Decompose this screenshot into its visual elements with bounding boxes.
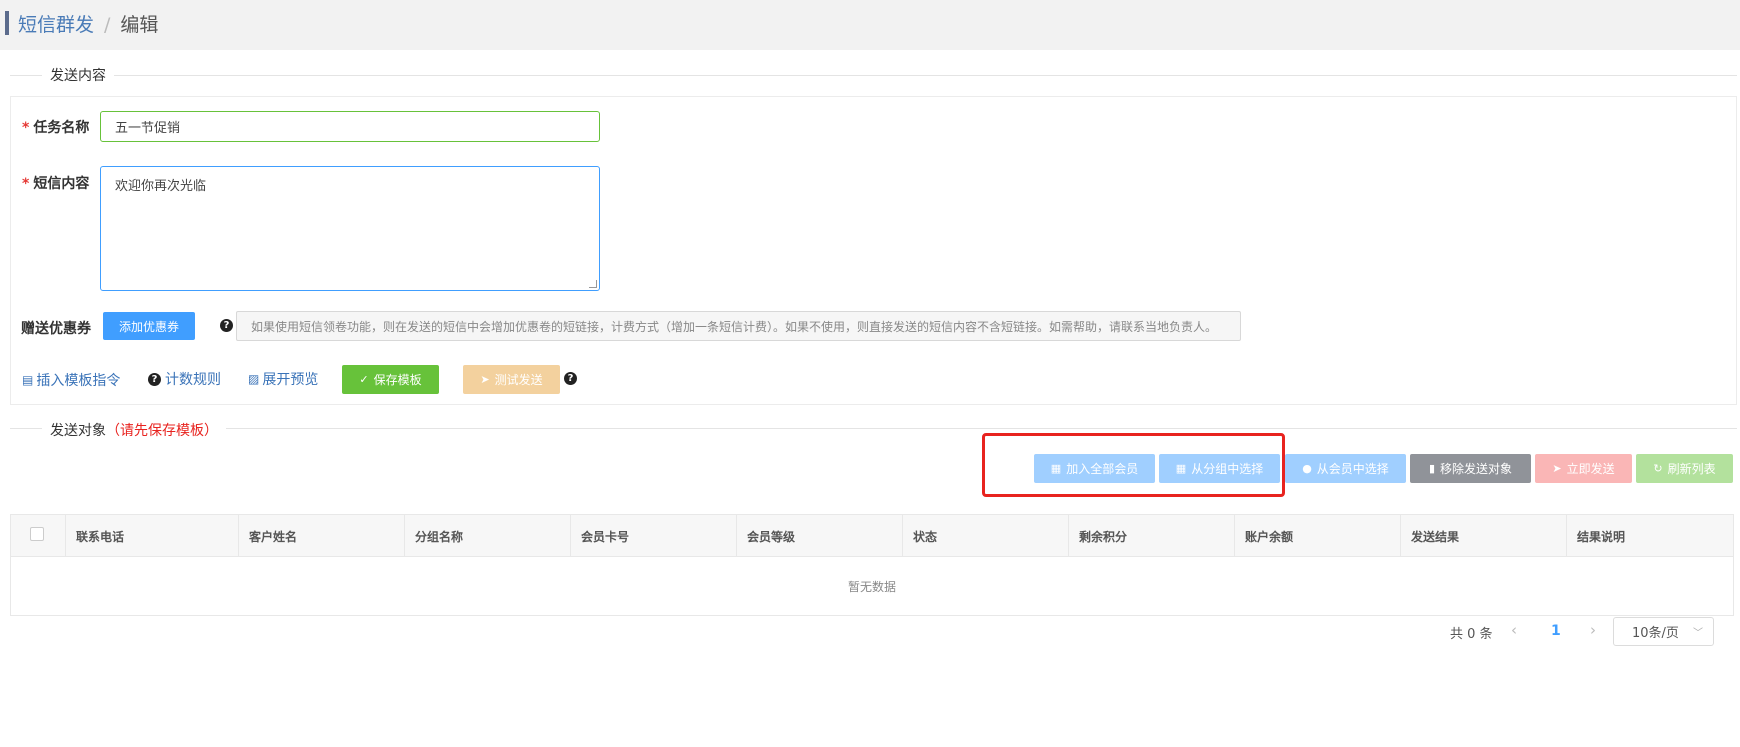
section-title-send-content: 发送内容 [42,65,114,85]
paper-plane-icon: ➤ [1552,462,1562,475]
save-template-button[interactable]: ✓ 保存模板 [342,365,439,394]
test-send-button[interactable]: ➤ 测试发送 [463,365,560,394]
pagination-total: 共 0 条 [1450,627,1493,642]
remove-targets-button[interactable]: ▮ 移除发送对象 [1410,454,1531,483]
send-now-button[interactable]: ➤ 立即发送 [1535,454,1632,483]
save-template-warning: （请先保存模板） [106,423,218,439]
column-header[interactable]: 状态 [902,515,1068,557]
page-number[interactable]: 1 [1551,623,1561,639]
coupon-help-icon[interactable]: ? [220,319,233,332]
column-header[interactable]: 客户姓名 [238,515,404,557]
trash-icon: ▮ [1428,462,1436,475]
page-size-select[interactable]: 10条/页 ﹀ [1613,617,1714,646]
chevron-down-icon: ﹀ [1693,628,1703,639]
count-rules-link[interactable]: ? 计数规则 [148,369,221,389]
task-name-input[interactable]: 五一节促销 [100,111,600,142]
task-name-label: * 任务名称 [22,120,90,136]
next-page-icon[interactable]: › [1590,621,1596,639]
breadcrumb-parent[interactable]: 短信群发 [18,14,94,36]
sms-content-label: * 短信内容 [22,176,90,192]
coupon-label: 赠送优惠券 [21,321,91,337]
expand-preview-link[interactable]: ▨ 展开预览 [248,369,318,389]
prev-page-icon[interactable]: ‹ [1511,621,1517,639]
column-header[interactable]: 联系电话 [65,515,238,557]
select-all-checkbox[interactable] [30,527,44,541]
breadcrumb-accent [5,11,9,35]
top-bar [0,0,1740,50]
image-icon: ▨ [248,372,260,386]
column-header[interactable]: 账户余额 [1234,515,1400,557]
select-from-members-button[interactable]: ● 从会员中选择 [1285,454,1406,483]
breadcrumb-current: 编辑 [120,14,159,36]
highlight-box [982,433,1285,497]
section-title-send-target: 发送对象（请先保存模板） [42,420,226,440]
question-icon: ? [148,372,161,386]
sms-content-text: 欢迎你再次光临 [115,179,207,194]
resize-handle[interactable] [589,280,597,288]
check-icon: ✓ [359,373,369,386]
column-header[interactable]: 会员等级 [736,515,902,557]
table-header: 联系电话 客户姓名 分组名称 会员卡号 会员等级 状态 剩余积分 账户余额 发送… [11,515,1733,557]
sms-content-textarea[interactable]: 欢迎你再次光临 [100,166,600,291]
section-divider-2 [10,428,1737,429]
targets-table: 联系电话 客户姓名 分组名称 会员卡号 会员等级 状态 剩余积分 账户余额 发送… [10,514,1734,616]
empty-state: 暂无数据 [847,579,896,594]
test-send-help-icon[interactable]: ? [564,372,577,385]
column-header[interactable]: 结果说明 [1566,515,1733,557]
breadcrumb-separator: / [104,14,111,36]
page-size-value: 10条/页 [1632,626,1679,641]
user-icon: ● [1302,462,1312,475]
document-icon: ▤ [22,373,34,387]
column-header[interactable]: 剩余积分 [1068,515,1234,557]
column-header[interactable]: 会员卡号 [570,515,736,557]
column-header[interactable]: 分组名称 [404,515,570,557]
section-divider [10,75,1737,76]
insert-template-link[interactable]: ▤ 插入模板指令 [22,370,120,390]
refresh-list-button[interactable]: ↻ 刷新列表 [1636,454,1733,483]
add-coupon-button[interactable]: 添加优惠券 [103,312,195,340]
breadcrumb: 短信群发 / 编辑 [18,10,158,37]
paper-plane-icon: ➤ [480,373,490,386]
column-header[interactable]: 发送结果 [1400,515,1566,557]
refresh-icon: ↻ [1653,462,1663,475]
coupon-hint: 如果使用短信领卷功能，则在发送的短信中会增加优惠卷的短链接，计费方式（增加一条短… [236,311,1241,341]
